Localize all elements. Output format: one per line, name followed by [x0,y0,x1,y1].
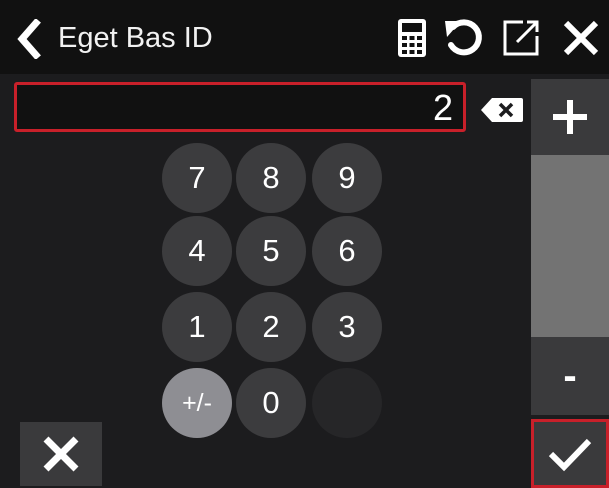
value-text: 2 [432,87,453,128]
value-slider-track[interactable] [531,155,609,337]
decrement-button[interactable]: - [531,337,609,415]
key-2[interactable]: 2 [236,292,306,362]
close-icon [563,20,599,56]
external-open-icon [503,20,539,56]
calculator-button[interactable] [388,14,436,62]
key-3[interactable]: 3 [312,292,382,362]
key-7[interactable]: 7 [162,143,232,213]
cancel-button[interactable] [20,422,102,486]
key-5[interactable]: 5 [236,216,306,286]
backspace-icon [481,98,523,122]
backspace-button[interactable] [478,94,526,126]
value-input[interactable]: 2 [14,82,466,132]
open-external-button[interactable] [497,14,545,62]
back-chevron-icon [17,19,41,59]
x-icon [43,436,79,472]
plus-icon [553,100,587,134]
key-4[interactable]: 4 [162,216,232,286]
key-plus-minus[interactable]: +/- [162,368,232,438]
top-bar: Eget Bas ID [0,0,609,74]
calculator-icon [398,19,426,57]
increment-button[interactable] [531,79,609,155]
confirm-button[interactable] [531,419,609,488]
key-9[interactable]: 9 [312,143,382,213]
key-0[interactable]: 0 [236,368,306,438]
back-button[interactable] [8,16,48,62]
key-blank [312,368,382,438]
undo-icon [445,19,482,56]
key-1[interactable]: 1 [162,292,232,362]
close-button[interactable] [557,14,605,62]
key-6[interactable]: 6 [312,216,382,286]
page-title: Eget Bas ID [58,22,213,54]
checkmark-icon [548,438,592,471]
key-8[interactable]: 8 [236,143,306,213]
undo-button[interactable] [440,14,488,62]
